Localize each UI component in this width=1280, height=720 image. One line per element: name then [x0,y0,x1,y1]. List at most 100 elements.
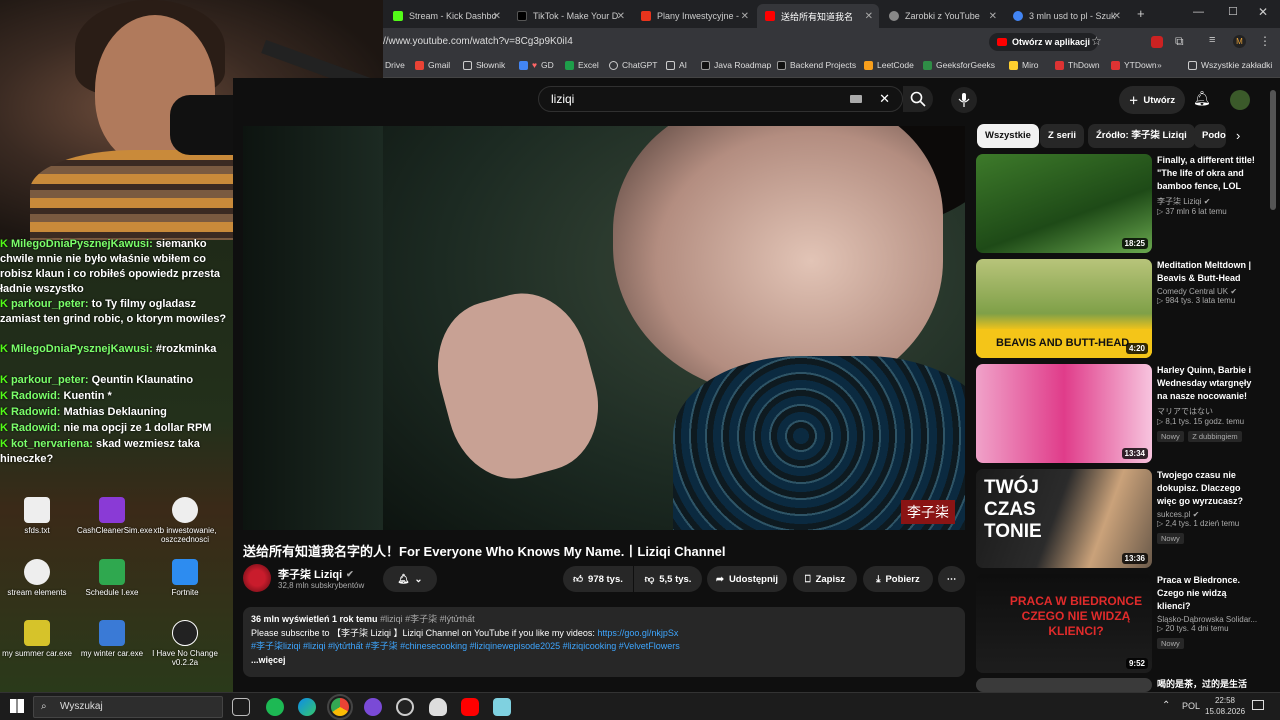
desktop-icon[interactable]: my winter car.exe [77,620,147,658]
extension-icon[interactable] [1151,36,1163,48]
chip-source[interactable]: Źródło: 李子柒 Liziqi [1088,124,1195,148]
bookmark-gd[interactable]: ♥ GD [519,60,554,70]
close-window-button[interactable]: ✕ [1258,5,1268,19]
more-actions-button[interactable]: ⋯ [938,566,965,592]
windows-start-icon[interactable] [10,699,24,713]
edge-icon[interactable] [298,698,316,716]
avatar[interactable] [1230,90,1250,110]
search-button[interactable] [903,86,933,112]
app-icon[interactable] [493,698,511,716]
profile-avatar[interactable]: M [1233,35,1246,48]
video-player-left[interactable] [243,126,383,530]
save-button[interactable]: ⎕ Zapisz [793,566,857,592]
spotify-icon[interactable] [266,698,284,716]
app-icon[interactable] [364,698,382,716]
media-icon[interactable]: ≡ [1209,34,1215,46]
chevron-right-icon[interactable]: › [1236,128,1240,143]
tab-zarobki[interactable]: Zarobki z YouTube ✕ [881,4,1003,28]
video-player[interactable]: 李子柒 [383,126,965,530]
video-description[interactable]: 36 mln wyświetleń 1 rok temu #liziqi #李子… [243,607,965,677]
bookmark-star-icon[interactable]: ☆ [1091,34,1102,48]
close-icon[interactable]: ✕ [989,11,997,22]
video-thumbnail[interactable]: 13:34 [976,364,1152,463]
download-button[interactable]: ⤓ Pobierz [863,566,933,592]
language-indicator[interactable]: POL [1182,701,1200,711]
bookmark-thdown[interactable]: ThDown [1055,60,1100,70]
recommendation-item[interactable]: 18:25 Finally, a different title! "The l… [976,154,1276,254]
close-icon[interactable]: ✕ [617,11,625,22]
desktop-icon[interactable]: I Have No Change v0.2.2a [150,620,220,667]
desktop-icon[interactable]: stream elements [2,559,72,597]
voice-search-button[interactable] [951,87,977,113]
chip-podobne[interactable]: Podo [1194,124,1226,148]
app-icon[interactable] [429,698,447,716]
chrome-icon[interactable] [327,694,353,720]
bookmark-leetcode[interactable]: LeetCode [864,60,914,70]
bookmark-ytdown[interactable]: YTDown [1111,60,1157,70]
video-thumbnail[interactable]: BEAVIS AND BUTT-HEAD 4:20 [976,259,1152,358]
video-thumbnail[interactable]: PRACA W BIEDRONCE CZEGO NIE WIDZĄ KLIENC… [976,574,1152,673]
menu-icon[interactable]: ⋮ [1259,34,1271,48]
video-thumbnail[interactable] [976,678,1152,692]
bookmark-all[interactable]: Wszystkie zakładki [1188,60,1272,70]
minimize-button[interactable]: — [1193,6,1204,18]
clear-search-icon[interactable]: ✕ [879,87,890,111]
extensions-puzzle-icon[interactable]: ⧉ [1175,34,1184,49]
task-view-icon[interactable] [232,698,250,716]
like-button[interactable]: 👍︎ 978 tys. [563,566,633,592]
channel-avatar[interactable] [243,564,271,592]
notifications-bell-icon[interactable]: 🔔︎ [1193,90,1211,107]
new-tab-button[interactable]: + [1137,6,1145,21]
search-input[interactable]: liziqi ✕ [538,86,903,112]
create-button[interactable]: ＋ Utwórz [1119,86,1185,114]
desktop-icon[interactable]: my summer car.exe [2,620,72,658]
recommendation-item[interactable]: BEAVIS AND BUTT-HEAD 4:20 Meditation Mel… [976,259,1276,359]
desktop-icon[interactable]: Schedule I.exe [77,559,147,597]
desktop-icon[interactable]: CashCleanerSim.exe [77,497,153,535]
tab-google[interactable]: 3 mln usd to pl - Szuk ✕ [1005,4,1127,28]
bookmark-chatgpt[interactable]: ChatGPT [609,60,657,70]
bookmark-gmail[interactable]: Gmail [415,60,450,70]
youtube-icon[interactable] [461,698,479,716]
tab-kick[interactable]: Stream - Kick Dashbo ✕ [385,4,507,28]
bookmark-drive[interactable]: Drive [385,60,405,70]
bookmark-java-roadmap[interactable]: Java Roadmap [701,60,771,70]
desktop-icon[interactable]: Fortnite [150,559,220,597]
clock[interactable]: 22:58 15.08.2026 [1205,695,1245,717]
recommendation-item[interactable]: TWÓJ CZAS TONIE 13:36 Twojego czasu nie … [976,469,1276,569]
keyboard-icon[interactable] [850,95,862,103]
description-hashtags[interactable]: #李子柒liziqi #liziqi #lýtửthất #李子柒 #chine… [251,640,957,654]
notification-bell-button[interactable]: 🔔︎ ⌄ [383,566,437,592]
obs-icon[interactable] [396,698,414,716]
close-icon[interactable]: ✕ [1113,11,1121,22]
recommendation-item[interactable]: PRACA W BIEDRONCE CZEGO NIE WIDZĄ KLIENC… [976,574,1276,674]
chip-all[interactable]: Wszystkie [977,124,1039,148]
share-button[interactable]: ➦ Udostępnij [707,566,787,592]
recommendation-item[interactable]: 13:34 Harley Quinn, Barbie i Wednesday w… [976,364,1276,464]
close-icon[interactable]: ✕ [741,11,749,22]
tab-tiktok[interactable]: TikTok - Make Your D ✕ [509,4,631,28]
maximize-button[interactable]: ☐ [1228,5,1238,18]
tab-youtube-active[interactable]: 送给所有知道我名 ✕ [757,4,879,28]
bookmark-ai[interactable]: AI [666,60,687,70]
bookmark-miro[interactable]: Miro [1009,60,1039,70]
bookmark-excel[interactable]: Excel [565,60,599,70]
show-more-button[interactable]: ...więcej [251,654,957,668]
tab-plany[interactable]: Plany Inwestycyjne - ✕ [633,4,755,28]
bookmark-slownik[interactable]: Słownik [463,60,505,70]
url-text[interactable]: //www.youtube.com/watch?v=8Cg3p9K0iI4 [383,32,573,52]
channel-name[interactable]: 李子柒 Liziqi ✔ [278,566,354,582]
description-link[interactable]: https://goo.gl/nkjpSx [597,628,678,638]
bookmark-geeksforgeeks[interactable]: GeeksforGeeks [923,60,995,70]
close-icon[interactable]: ✕ [493,11,501,22]
bookmark-backend-projects[interactable]: Backend Projects [777,60,856,70]
desktop-icon[interactable]: sfds.txt [2,497,72,535]
chip-series[interactable]: Z serii [1040,124,1084,148]
notifications-icon[interactable] [1252,700,1264,710]
desktop-icon[interactable]: xtb inwestowanie, oszczednosci [150,497,220,544]
tray-chevron-icon[interactable]: ⌃ [1162,700,1170,711]
open-in-app-button[interactable]: Otwórz w aplikacji [989,33,1099,51]
taskbar-search-input[interactable]: ⌕ Wyszukaj [33,696,223,718]
scrollbar[interactable] [1270,90,1276,210]
video-thumbnail[interactable]: 18:25 [976,154,1152,253]
